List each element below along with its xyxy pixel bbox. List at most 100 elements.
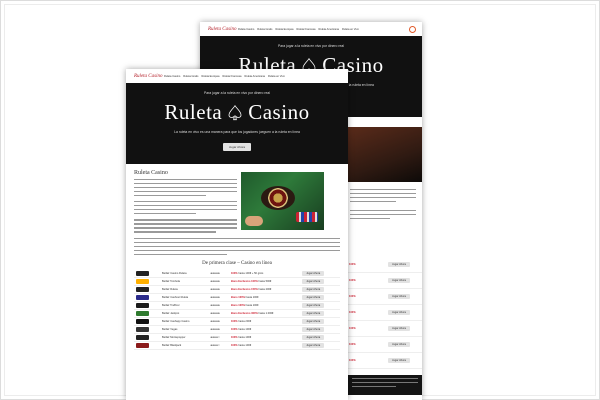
- play-now-button[interactable]: Jugar Ahora: [388, 342, 410, 347]
- casino-name: Betfair Cashout Ruleta: [162, 296, 189, 300]
- table-row: Betfair Montepopper ★★★★☆ 100% hasta 100€ J…: [134, 334, 340, 342]
- front-nav-link[interactable]: Ruleta Europea: [201, 75, 219, 78]
- back-nav: Ruleta Casino Ruleta Casino Ruleta Grati…: [200, 22, 422, 36]
- table-row: Betfair Jackpot ★★★★★ Bono Exclusivo 300% …: [134, 310, 340, 318]
- table-row: Betfair Blackjack ★★★★☆ 100% hasta 100€ Jug…: [134, 342, 340, 350]
- search-icon[interactable]: [409, 25, 416, 33]
- casino-name: Betfair Montepopper: [162, 336, 186, 340]
- front-nav-link[interactable]: Ruleta Casino: [164, 75, 180, 78]
- rating-stars: ★★★★★: [210, 288, 220, 292]
- play-now-button[interactable]: Jugar Ahora: [388, 278, 410, 283]
- back-nav-links: Ruleta Casino Ruleta Gratis Ruleta Europ…: [238, 28, 359, 31]
- back-nav-link[interactable]: Ruleta Gratis: [257, 28, 272, 31]
- casino-name: Betfair Cashapp Casino: [162, 320, 190, 324]
- front-hero-top: Para jugar a la ruleta en vivo por diner…: [204, 91, 270, 95]
- casino-name: Betfair Casino Ruleta: [162, 272, 187, 276]
- back-row: 100% Jugar Ahora: [348, 337, 422, 353]
- back-nav-link[interactable]: Ruleta Casino: [238, 28, 254, 31]
- rating-stars: ★★★★★: [210, 280, 220, 284]
- casino-name: Betfair Jackpot: [162, 312, 180, 316]
- front-nav-link[interactable]: Ruleta Francesa: [222, 75, 241, 78]
- play-now-button[interactable]: Jugar Ahora: [388, 310, 410, 315]
- casino-logo: [136, 270, 149, 276]
- front-hero-button[interactable]: Jugar Ahora: [222, 143, 252, 151]
- back-nav-link[interactable]: Ruleta Americana: [319, 28, 339, 31]
- play-now-button[interactable]: Jugar Ahora: [302, 311, 325, 317]
- rating-stars: ★★★★★: [210, 328, 220, 332]
- casino-name: Betfair Ruleta: [162, 288, 178, 292]
- back-nav-link[interactable]: Ruleta Europea: [275, 28, 293, 31]
- front-logo[interactable]: Ruleta Casino: [126, 74, 164, 79]
- table-row: Betfair Cashout Ruleta ★★★★★ Bono 100% has…: [134, 294, 340, 302]
- casino-name: Betfair Blackjack: [162, 344, 182, 348]
- play-now-button[interactable]: Jugar Ahora: [302, 271, 325, 277]
- rating-stars: ★★★★☆: [210, 336, 220, 340]
- casino-logo: [136, 326, 149, 332]
- casino-logo: [136, 318, 149, 324]
- table-row: Betfair Vegas ★★★★★ 100% hasta 100€ Jugar A…: [134, 326, 340, 334]
- spade-icon: [228, 104, 242, 120]
- front-content: Ruleta Casino De primera clase – Casino …: [126, 164, 348, 354]
- front-nav-link[interactable]: Ruleta en Vivo: [268, 75, 285, 78]
- back-row: 100% Jugar Ahora: [348, 353, 422, 369]
- table-row: Betfair Trafficur ★★★★★ Bono 100% hasta 10…: [134, 302, 340, 310]
- front-nav: Ruleta Casino Ruleta Casino Ruleta Grati…: [126, 69, 348, 83]
- play-now-button[interactable]: Jugar Ahora: [302, 327, 325, 333]
- back-text-block: [350, 186, 416, 220]
- play-now-button[interactable]: Jugar Ahora: [302, 335, 325, 341]
- play-now-button[interactable]: Jugar Ahora: [302, 287, 325, 293]
- back-nav-link[interactable]: Ruleta Francesa: [296, 28, 315, 31]
- back-hero-top: Para jugar a la ruleta en vivo por diner…: [278, 44, 344, 48]
- play-now-button[interactable]: Jugar Ahora: [388, 262, 410, 267]
- play-now-button[interactable]: Jugar Ahora: [302, 279, 325, 285]
- play-now-button[interactable]: Jugar Ahora: [302, 295, 325, 301]
- table-row: Betfair Cashapp Casino ★★★★★ 100% hasta 20…: [134, 318, 340, 326]
- table-title: De primera clase – Casino en línea: [202, 260, 272, 266]
- back-logo[interactable]: Ruleta Casino: [200, 27, 238, 32]
- front-nav-link[interactable]: Ruleta Gratis: [183, 75, 198, 78]
- casino-logo: [136, 310, 149, 316]
- play-now-button[interactable]: Jugar Ahora: [302, 303, 325, 309]
- casino-logo: [136, 294, 149, 300]
- play-now-button[interactable]: Jugar Ahora: [388, 326, 410, 331]
- play-now-button[interactable]: Jugar Ahora: [388, 294, 410, 299]
- front-hero: Para jugar a la ruleta en vivo por diner…: [126, 83, 348, 164]
- front-hero-title: Ruleta Casino: [126, 100, 348, 125]
- casino-logo: [136, 286, 149, 292]
- back-footer-dark: [348, 375, 422, 395]
- front-nav-link[interactable]: Ruleta Americana: [245, 75, 265, 78]
- full-text-block: [134, 237, 340, 255]
- rating-stars: ★★★★★: [210, 304, 220, 308]
- rating-stars: ★★★★★: [210, 296, 220, 300]
- front-hero-title-left: Ruleta: [164, 100, 223, 124]
- play-now-button[interactable]: Jugar Ahora: [302, 343, 325, 349]
- back-row: 100% Jugar Ahora: [348, 305, 422, 321]
- roulette-table-image: [241, 172, 324, 230]
- rating-stars: ★★★★☆: [210, 344, 220, 348]
- casino-logo: [136, 302, 149, 308]
- casino-logo: [136, 278, 149, 284]
- back-casino-rows: 100% Jugar Ahora 100% Jugar Ahora 100% Juga…: [348, 257, 422, 369]
- table-row: Betfair Ruleta ★★★★★ Bono Exclusivo 150% h…: [134, 286, 340, 294]
- back-nav-link[interactable]: Ruleta en Vivo: [342, 28, 359, 31]
- rating-stars: ★★★★★: [210, 320, 220, 324]
- back-row: 100% Jugar Ahora: [348, 321, 422, 337]
- table-row: Betfair Casino Ruleta ★★★★★ 100% hasta 100…: [134, 270, 340, 278]
- casino-name: Betfair Tombola: [162, 280, 180, 284]
- back-row: 100% Jugar Ahora: [348, 289, 422, 305]
- intro-text-block: [134, 178, 237, 233]
- front-hero-title-right: Casino: [248, 100, 310, 124]
- front-nav-links: Ruleta Casino Ruleta Gratis Ruleta Europ…: [164, 75, 285, 78]
- front-page-screenshot: Ruleta Casino Ruleta Casino Ruleta Grati…: [126, 69, 348, 400]
- play-now-button[interactable]: Jugar Ahora: [388, 358, 410, 363]
- rating-stars: ★★★★★: [210, 272, 220, 276]
- front-hero-subtitle: La ruleta en vivo es una manera para que…: [174, 130, 300, 134]
- play-now-button[interactable]: Jugar Ahora: [302, 319, 325, 325]
- table-row: Betfair Tombola ★★★★★ Bono Exclusivo 100% …: [134, 278, 340, 286]
- back-roulette-image: [348, 127, 422, 182]
- back-row: 100% Jugar Ahora: [348, 257, 422, 273]
- rating-stars: ★★★★★: [210, 312, 220, 316]
- casino-name: Betfair Vegas: [162, 328, 178, 332]
- casino-name: Betfair Trafficur: [162, 304, 180, 308]
- casino-logo: [136, 334, 149, 340]
